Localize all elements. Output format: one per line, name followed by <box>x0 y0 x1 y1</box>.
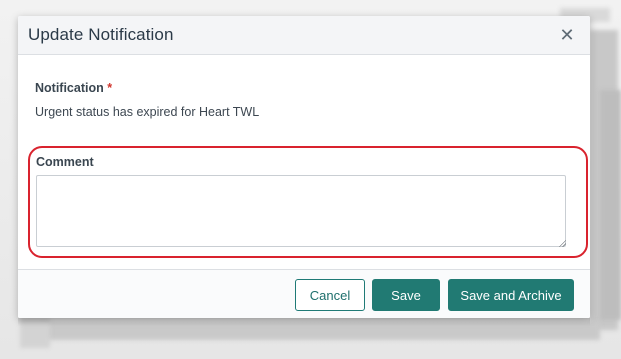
save-and-archive-button[interactable]: Save and Archive <box>448 279 574 311</box>
comment-textarea[interactable] <box>36 175 566 247</box>
cancel-button[interactable]: Cancel <box>295 279 365 311</box>
resize-handle-icon[interactable] <box>558 239 566 247</box>
update-notification-dialog: Update Notification ✕ Notification * Urg… <box>18 16 590 318</box>
backdrop-fragment <box>600 90 621 320</box>
comment-highlight: Comment <box>28 146 588 258</box>
close-icon[interactable]: ✕ <box>556 24 578 46</box>
notification-value: Urgent status has expired for Heart TWL <box>35 105 260 119</box>
notification-label: Notification * <box>35 81 112 95</box>
dialog-title: Update Notification <box>28 25 174 44</box>
notification-label-text: Notification <box>35 81 104 95</box>
dialog-shadow <box>18 318 590 326</box>
comment-label: Comment <box>36 155 94 169</box>
dialog-header: Update Notification ✕ <box>18 16 590 55</box>
dialog-footer: Cancel Save Save and Archive <box>18 269 590 318</box>
save-button[interactable]: Save <box>372 279 440 311</box>
required-marker: * <box>107 81 113 95</box>
